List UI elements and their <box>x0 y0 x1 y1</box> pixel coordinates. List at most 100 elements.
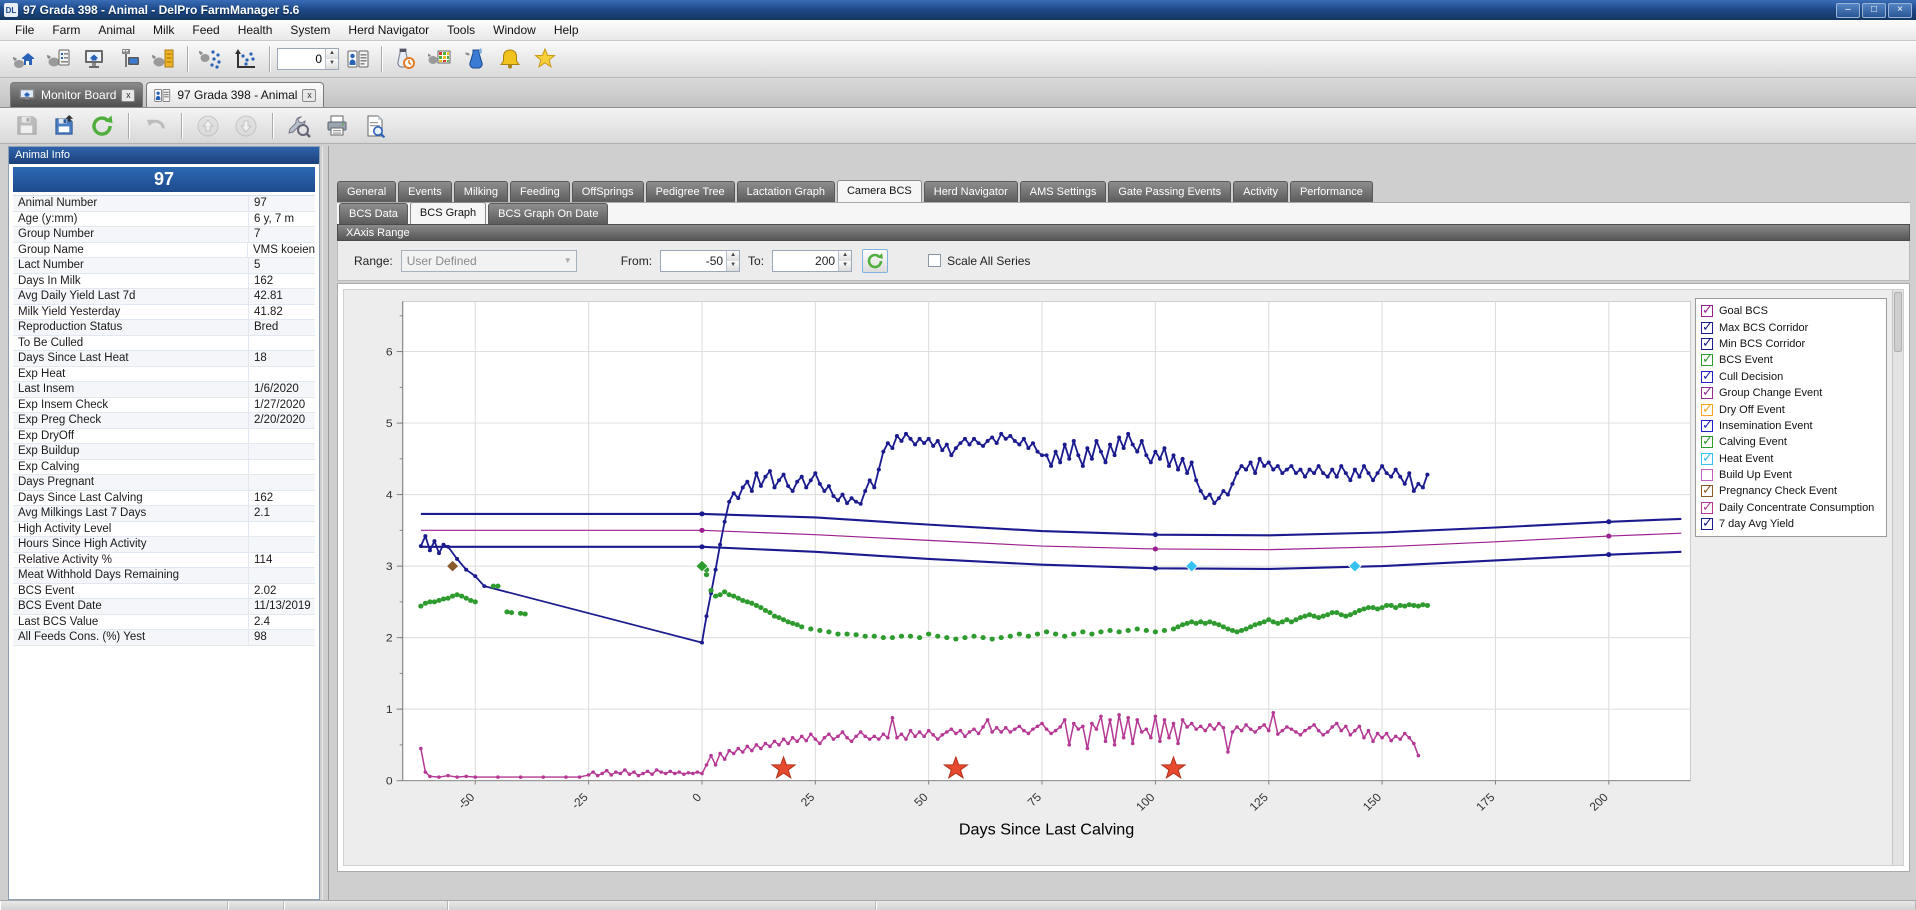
panel-splitter[interactable] <box>322 146 329 900</box>
legend-checkbox[interactable]: ✓ <box>1701 436 1713 448</box>
tab-close-icon[interactable]: x <box>302 89 316 102</box>
sampler-drop-icon[interactable] <box>459 44 491 74</box>
legend-item[interactable]: ✓ Goal BCS <box>1701 303 1881 319</box>
detail-tab[interactable]: AMS Settings <box>1020 181 1107 202</box>
menu-item[interactable]: Help <box>545 21 588 39</box>
tab-close-icon[interactable]: x <box>121 89 135 102</box>
detail-tab[interactable]: Lactation Graph <box>737 181 835 202</box>
scrollbar-thumb[interactable] <box>1894 292 1902 352</box>
navigate-up-icon[interactable] <box>192 111 224 141</box>
legend-item[interactable]: ✓ Min BCS Corridor <box>1701 336 1881 352</box>
vms-station-icon[interactable] <box>113 44 145 74</box>
herd-scatter-icon[interactable] <box>195 44 227 74</box>
legend-item[interactable]: ✓ Daily Concentrate Consumption <box>1701 500 1881 516</box>
to-spinner[interactable]: ▲▼ <box>838 251 851 271</box>
monitor-board-icon[interactable] <box>78 44 110 74</box>
legend-item[interactable]: ✓ Insemination Event <box>1701 418 1881 434</box>
animal-number-input[interactable]: 0 ▲▼ <box>277 48 339 70</box>
detail-tab[interactable]: General <box>337 181 396 202</box>
go-to-animal-button[interactable] <box>342 44 374 74</box>
menu-item[interactable]: Tools <box>438 21 484 39</box>
xaxis-range-header[interactable]: XAxis Range <box>337 224 1910 241</box>
scale-all-series-checkbox[interactable] <box>928 254 941 267</box>
legend-checkbox[interactable]: ✓ <box>1701 354 1713 366</box>
apply-range-button[interactable] <box>862 249 888 273</box>
menu-item[interactable]: Animal <box>89 21 144 39</box>
bcs-subtab[interactable]: BCS Graph On Date <box>488 203 608 224</box>
menu-item[interactable]: Feed <box>183 21 228 39</box>
legend-checkbox[interactable]: ✓ <box>1701 420 1713 432</box>
legend-item[interactable]: ✓ Calving Event <box>1701 434 1881 450</box>
search-settings-icon[interactable] <box>283 111 315 141</box>
detail-tab[interactable]: Milking <box>454 181 508 202</box>
legend-checkbox[interactable]: ✓ <box>1701 404 1713 416</box>
legend-item[interactable]: ✓ Group Change Event <box>1701 385 1881 401</box>
detail-tab[interactable]: Events <box>398 181 452 202</box>
detail-tab[interactable]: Performance <box>1290 181 1373 202</box>
print-preview-icon[interactable] <box>359 111 391 141</box>
save-icon[interactable] <box>10 111 42 141</box>
legend-item[interactable]: ✓ Pregnancy Check Event <box>1701 483 1881 499</box>
undo-icon[interactable] <box>139 111 171 141</box>
minimize-button[interactable]: – <box>1836 3 1860 18</box>
menu-item[interactable]: Herd Navigator <box>339 21 438 39</box>
from-input[interactable]: -50 ▲▼ <box>660 250 740 272</box>
legend-checkbox[interactable]: ✓ <box>1701 371 1713 383</box>
save-all-icon[interactable] <box>48 111 80 141</box>
detail-tab[interactable]: Gate Passing Events <box>1108 181 1231 202</box>
farm-home-icon[interactable] <box>8 44 40 74</box>
tab-animal-view[interactable]: 97 Grada 398 - Animal x <box>146 82 324 107</box>
feed-table-icon[interactable] <box>424 44 456 74</box>
bcs-chart[interactable]: 0123456-50-250255075100125150175200Days … <box>344 290 1903 865</box>
legend-checkbox[interactable]: ✓ <box>1701 387 1713 399</box>
legend-item[interactable]: ✓ 7 day Avg Yield <box>1701 516 1881 532</box>
row-value: 2.4 <box>249 615 315 630</box>
menu-item[interactable]: System <box>281 21 339 39</box>
legend-checkbox[interactable]: ✓ <box>1701 453 1713 465</box>
legend-item[interactable]: ✓ BCS Event <box>1701 352 1881 368</box>
legend-checkbox[interactable]: ✓ <box>1701 305 1713 317</box>
navigate-down-icon[interactable] <box>230 111 262 141</box>
animal-list-icon[interactable] <box>43 44 75 74</box>
legend-checkbox[interactable]: ✓ <box>1701 485 1713 497</box>
print-icon[interactable] <box>321 111 353 141</box>
legend-checkbox[interactable]: ✓ <box>1701 322 1713 334</box>
range-select[interactable]: User Defined ▼ <box>401 250 577 272</box>
legend-checkbox[interactable]: ✓ <box>1701 518 1713 530</box>
milk-test-clock-icon[interactable] <box>389 44 421 74</box>
detail-tab[interactable]: Pedigree Tree <box>646 181 735 202</box>
from-spinner[interactable]: ▲▼ <box>726 251 739 271</box>
menu-item[interactable]: Health <box>229 21 282 39</box>
favorites-star-icon[interactable] <box>529 44 561 74</box>
legend-item[interactable]: ✓ Dry Off Event <box>1701 401 1881 417</box>
legend-item[interactable]: ✓ Heat Event <box>1701 451 1881 467</box>
to-input[interactable]: 200 ▲▼ <box>772 250 852 272</box>
detail-tab[interactable]: OffSprings <box>572 181 644 202</box>
legend-item[interactable]: ✓ Cull Decision <box>1701 369 1881 385</box>
legend-checkbox[interactable]: ✓ <box>1701 469 1713 481</box>
graph-scatter-icon[interactable] <box>230 44 262 74</box>
animal-gate-icon[interactable] <box>148 44 180 74</box>
menu-item[interactable]: File <box>6 21 43 39</box>
refresh-icon[interactable] <box>86 111 118 141</box>
animal-number-spinner[interactable]: ▲▼ <box>325 49 338 69</box>
detail-tab[interactable]: Herd Navigator <box>924 181 1018 202</box>
detail-tab[interactable]: Feeding <box>510 181 570 202</box>
menu-item[interactable]: Window <box>484 21 545 39</box>
legend-checkbox[interactable]: ✓ <box>1701 502 1713 514</box>
detail-tab[interactable]: Activity <box>1233 181 1288 202</box>
alarm-bell-icon[interactable] <box>494 44 526 74</box>
maximize-button[interactable]: □ <box>1862 3 1886 18</box>
menu-item[interactable]: Farm <box>43 21 89 39</box>
detail-tab[interactable]: Camera BCS <box>837 180 922 202</box>
close-button[interactable]: × <box>1888 3 1912 18</box>
menu-item[interactable]: Milk <box>144 21 183 39</box>
legend-item[interactable]: ✓ Build Up Event <box>1701 467 1881 483</box>
bcs-subtab[interactable]: BCS Graph <box>410 202 486 224</box>
vertical-scrollbar[interactable] <box>1892 290 1903 865</box>
monitor-icon <box>18 88 36 103</box>
legend-item[interactable]: ✓ Max BCS Corridor <box>1701 319 1881 335</box>
tab-monitor-board[interactable]: Monitor Board x <box>10 82 143 107</box>
bcs-subtab[interactable]: BCS Data <box>339 203 408 224</box>
legend-checkbox[interactable]: ✓ <box>1701 338 1713 350</box>
